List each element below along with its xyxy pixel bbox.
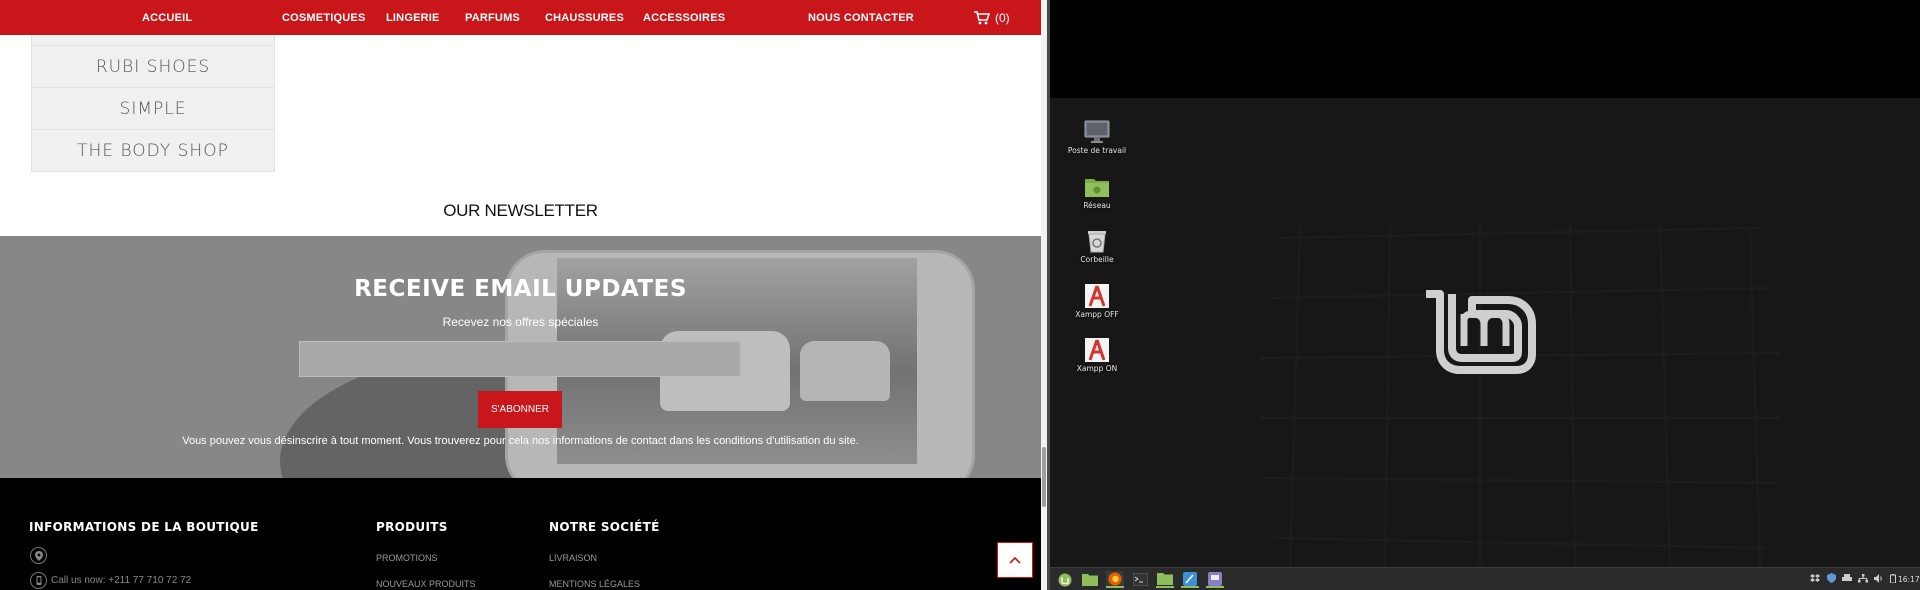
newsletter-unsubscribe-note: Vous pouvez vous désinscrire à tout mome… xyxy=(182,435,859,447)
desktop-icon-poste-de-travail[interactable]: Poste de travail xyxy=(1065,120,1129,155)
newsletter-subheading: Recevez nos offres spéciales xyxy=(442,315,599,329)
nav-item-accueil[interactable]: ACCUEIL xyxy=(142,0,192,35)
taskbar-firefox-button[interactable] xyxy=(1106,571,1124,588)
desktop-icon-label: Poste de travail xyxy=(1067,146,1127,155)
desktop-icon-reseau[interactable]: Réseau xyxy=(1065,175,1129,210)
footer-link-livraison[interactable]: LIVRAISON xyxy=(549,553,597,563)
taskbar-files-window-button[interactable] xyxy=(1156,571,1174,588)
footer-link-promotions[interactable]: PROMOTIONS xyxy=(376,553,438,563)
chevron-up-icon xyxy=(1009,556,1021,564)
newsletter-heading: RECEIVE EMAIL UPDATES xyxy=(354,276,687,302)
desktop-icon-label: Réseau xyxy=(1083,201,1111,210)
shopping-cart-icon xyxy=(974,11,990,25)
computer-icon xyxy=(1084,120,1110,143)
trash-icon xyxy=(1088,231,1106,253)
desktop-icon-corbeille[interactable]: Corbeille xyxy=(1065,229,1129,264)
tray-battery-icon[interactable] xyxy=(1888,573,1898,583)
text-editor-icon xyxy=(1183,571,1197,586)
taskbar-files-button[interactable] xyxy=(1081,571,1099,588)
footer-phone-text: Call us now: +211 77 710 72 72 xyxy=(51,575,192,586)
application-icon xyxy=(1208,571,1222,586)
nav-item-lingerie[interactable]: LINGERIE xyxy=(386,0,440,35)
footer-link-mentions-legales[interactable]: MENTIONS LÉGALES xyxy=(549,579,640,589)
top-navigation-bar: ACCUEIL COSMETIQUES LINGERIE PARFUMS CHA… xyxy=(0,0,1041,35)
nav-item-accessoires[interactable]: ACCESSOIRES xyxy=(643,0,725,35)
cart-count: (0) xyxy=(995,11,1010,25)
footer-products-title: PRODUITS xyxy=(376,520,448,534)
desktop: Poste de travail Réseau Corbeille Xampp … xyxy=(1050,0,1920,567)
desktop-icon-xampp-on[interactable]: Xampp ON xyxy=(1065,338,1129,373)
nav-item-parfums[interactable]: PARFUMS xyxy=(465,0,520,35)
tray-volume-icon[interactable] xyxy=(1874,573,1884,583)
folder-icon xyxy=(1157,573,1173,585)
newsletter-section: RECEIVE EMAIL UPDATES Recevez nos offres… xyxy=(0,236,1041,478)
nav-item-nous-contacter[interactable]: NOUS CONTACTER xyxy=(808,0,914,35)
site-footer: INFORMATIONS DE LA BOUTIQUE Call us now:… xyxy=(0,478,1041,590)
phone-icon xyxy=(30,572,47,589)
page-scrollbar-thumb[interactable] xyxy=(1042,447,1046,507)
desktop-icon-label: Xampp ON xyxy=(1076,364,1118,373)
newsletter-section-title: OUR NEWSLETTER xyxy=(443,201,598,220)
newsletter-email-input[interactable] xyxy=(299,341,741,377)
taskbar-editor-button[interactable] xyxy=(1181,571,1199,588)
browser-page: ACCUEIL COSMETIQUES LINGERIE PARFUMS CHA… xyxy=(0,0,1041,590)
terminal-icon xyxy=(1132,573,1148,586)
brand-item-rubi-shoes[interactable]: RUBI SHOES xyxy=(31,46,275,88)
back-to-top-button[interactable] xyxy=(997,542,1033,578)
footer-store-info-title: INFORMATIONS DE LA BOUTIQUE xyxy=(29,520,259,534)
footer-link-nouveaux-produits[interactable]: NOUVEAUX PRODUITS xyxy=(376,579,476,589)
brand-list-top-edge xyxy=(31,35,275,46)
tray-network-icon[interactable] xyxy=(1858,573,1868,583)
folder-icon xyxy=(1082,574,1098,586)
desktop-icon-xampp-off[interactable]: Xampp OFF xyxy=(1065,284,1129,319)
tray-shield-icon[interactable] xyxy=(1826,573,1836,583)
taskbar-terminal-button[interactable] xyxy=(1131,571,1149,588)
cart-button[interactable]: (0) xyxy=(974,8,1010,28)
brand-list: RUBI SHOES SIMPLE THE BODY SHOP xyxy=(31,35,275,172)
subscribe-button[interactable]: S'ABONNER xyxy=(478,391,562,428)
nav-item-cosmetiques[interactable]: COSMETIQUES xyxy=(282,0,366,35)
xampp-icon xyxy=(1085,338,1109,362)
tray-printer-icon[interactable] xyxy=(1842,573,1852,583)
mint-menu-button[interactable] xyxy=(1056,571,1074,588)
mint-menu-icon xyxy=(1058,573,1072,586)
desktop-icon-label: Corbeille xyxy=(1080,255,1114,264)
desktop-icon-label: Xampp OFF xyxy=(1075,310,1119,319)
tray-dropbox-icon[interactable] xyxy=(1810,573,1820,583)
network-folder-icon xyxy=(1085,179,1109,197)
taskbar: 16:17 xyxy=(1050,567,1920,590)
footer-company-title: NOTRE SOCIÉTÉ xyxy=(549,520,660,534)
wallpaper-grid-pattern xyxy=(1259,223,1781,567)
firefox-icon xyxy=(1108,572,1122,585)
linux-mint-logo xyxy=(1426,290,1536,374)
map-marker-icon xyxy=(30,547,47,564)
xampp-icon xyxy=(1085,284,1109,308)
nav-item-chaussures[interactable]: CHAUSSURES xyxy=(545,0,624,35)
taskbar-clock[interactable]: 16:17 xyxy=(1898,575,1920,584)
brand-item-simple[interactable]: SIMPLE xyxy=(31,88,275,130)
taskbar-app-button[interactable] xyxy=(1206,571,1224,588)
brand-item-the-body-shop[interactable]: THE BODY SHOP xyxy=(31,130,275,172)
